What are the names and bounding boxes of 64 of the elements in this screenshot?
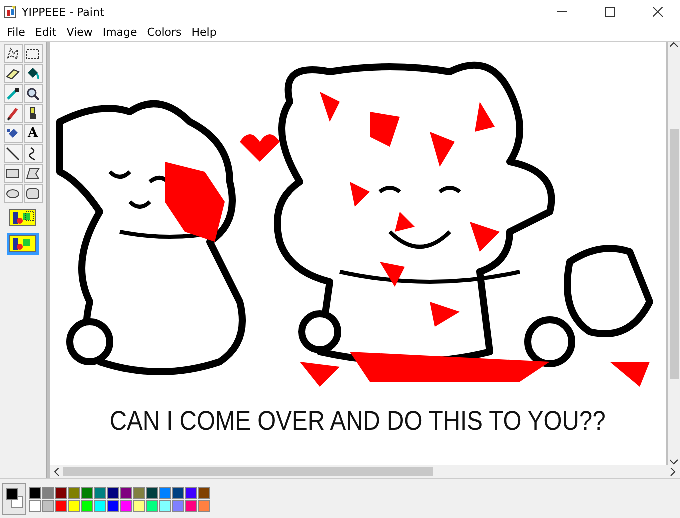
tool-option[interactable] bbox=[7, 207, 39, 229]
color-swatch[interactable] bbox=[55, 500, 67, 512]
color-swatch[interactable] bbox=[172, 500, 184, 512]
menu-item[interactable]: Edit bbox=[30, 26, 62, 39]
pencil-icon[interactable] bbox=[4, 104, 22, 123]
free-select-icon[interactable] bbox=[4, 44, 22, 63]
spray-can-icon[interactable] bbox=[4, 124, 22, 143]
color-selector[interactable] bbox=[2, 483, 26, 515]
color-swatch[interactable] bbox=[159, 486, 171, 498]
color-swatch[interactable] bbox=[94, 500, 106, 512]
scroll-left-icon[interactable] bbox=[54, 468, 60, 476]
line-icon[interactable] bbox=[4, 144, 22, 163]
color-swatch[interactable] bbox=[68, 486, 80, 498]
eyedropper-icon[interactable] bbox=[4, 84, 22, 103]
caption-text: CAN I COME OVER AND DO THIS TO YOU?? bbox=[110, 406, 606, 437]
window-title: YIPPEEE - Paint bbox=[22, 6, 106, 18]
paint-app-icon bbox=[4, 5, 18, 19]
color-swatch[interactable] bbox=[159, 500, 171, 512]
scroll-right-icon[interactable] bbox=[670, 468, 676, 476]
rectangle-icon[interactable] bbox=[4, 164, 22, 183]
color-swatch[interactable] bbox=[55, 486, 67, 498]
color-swatch[interactable] bbox=[120, 500, 132, 512]
color-swatch[interactable] bbox=[94, 486, 106, 498]
eraser-icon[interactable] bbox=[4, 64, 22, 83]
scroll-down-icon[interactable] bbox=[670, 459, 678, 465]
color-swatch[interactable] bbox=[81, 500, 93, 512]
color-swatch[interactable] bbox=[146, 500, 158, 512]
rect-select-icon[interactable] bbox=[24, 44, 42, 63]
scroll-up-icon[interactable] bbox=[670, 42, 678, 48]
color-swatch[interactable] bbox=[81, 486, 93, 498]
color-swatch[interactable] bbox=[29, 500, 41, 512]
vertical-scrollbar[interactable] bbox=[668, 42, 680, 465]
fill-bucket-icon[interactable] bbox=[24, 64, 42, 83]
color-swatch[interactable] bbox=[172, 486, 184, 498]
color-swatch[interactable] bbox=[68, 500, 80, 512]
tool-option[interactable] bbox=[7, 233, 39, 255]
text-tool-button[interactable]: A bbox=[24, 124, 42, 143]
color-swatch[interactable] bbox=[198, 500, 210, 512]
color-swatch[interactable] bbox=[146, 486, 158, 498]
brush-icon[interactable] bbox=[24, 104, 42, 123]
color-swatch[interactable] bbox=[133, 500, 145, 512]
color-swatch[interactable] bbox=[42, 486, 54, 498]
curve-icon[interactable] bbox=[24, 144, 42, 163]
color-swatch[interactable] bbox=[120, 486, 132, 498]
close-icon bbox=[653, 7, 663, 17]
menu-item[interactable]: View bbox=[62, 26, 98, 39]
search-icon[interactable] bbox=[24, 84, 42, 103]
color-swatch[interactable] bbox=[107, 486, 119, 498]
menu-item[interactable]: Image bbox=[98, 26, 142, 39]
maximize-icon bbox=[605, 7, 615, 17]
color-swatch[interactable] bbox=[107, 500, 119, 512]
drawing-canvas[interactable]: CAN I COME OVER AND DO THIS TO YOU?? bbox=[50, 42, 666, 465]
color-swatch[interactable] bbox=[29, 486, 41, 498]
color-swatch[interactable] bbox=[185, 486, 197, 498]
horizontal-scrollbar[interactable] bbox=[50, 465, 680, 478]
rounded-rectangle-icon[interactable] bbox=[24, 184, 42, 203]
menu-item[interactable]: Colors bbox=[142, 26, 187, 39]
color-swatch[interactable] bbox=[133, 486, 145, 498]
color-swatch[interactable] bbox=[42, 500, 54, 512]
color-swatch[interactable] bbox=[198, 486, 210, 498]
color-swatch[interactable] bbox=[185, 500, 197, 512]
menu-item[interactable]: Help bbox=[186, 26, 222, 39]
menu-item[interactable]: File bbox=[2, 26, 30, 39]
polygon-icon[interactable] bbox=[24, 164, 42, 183]
